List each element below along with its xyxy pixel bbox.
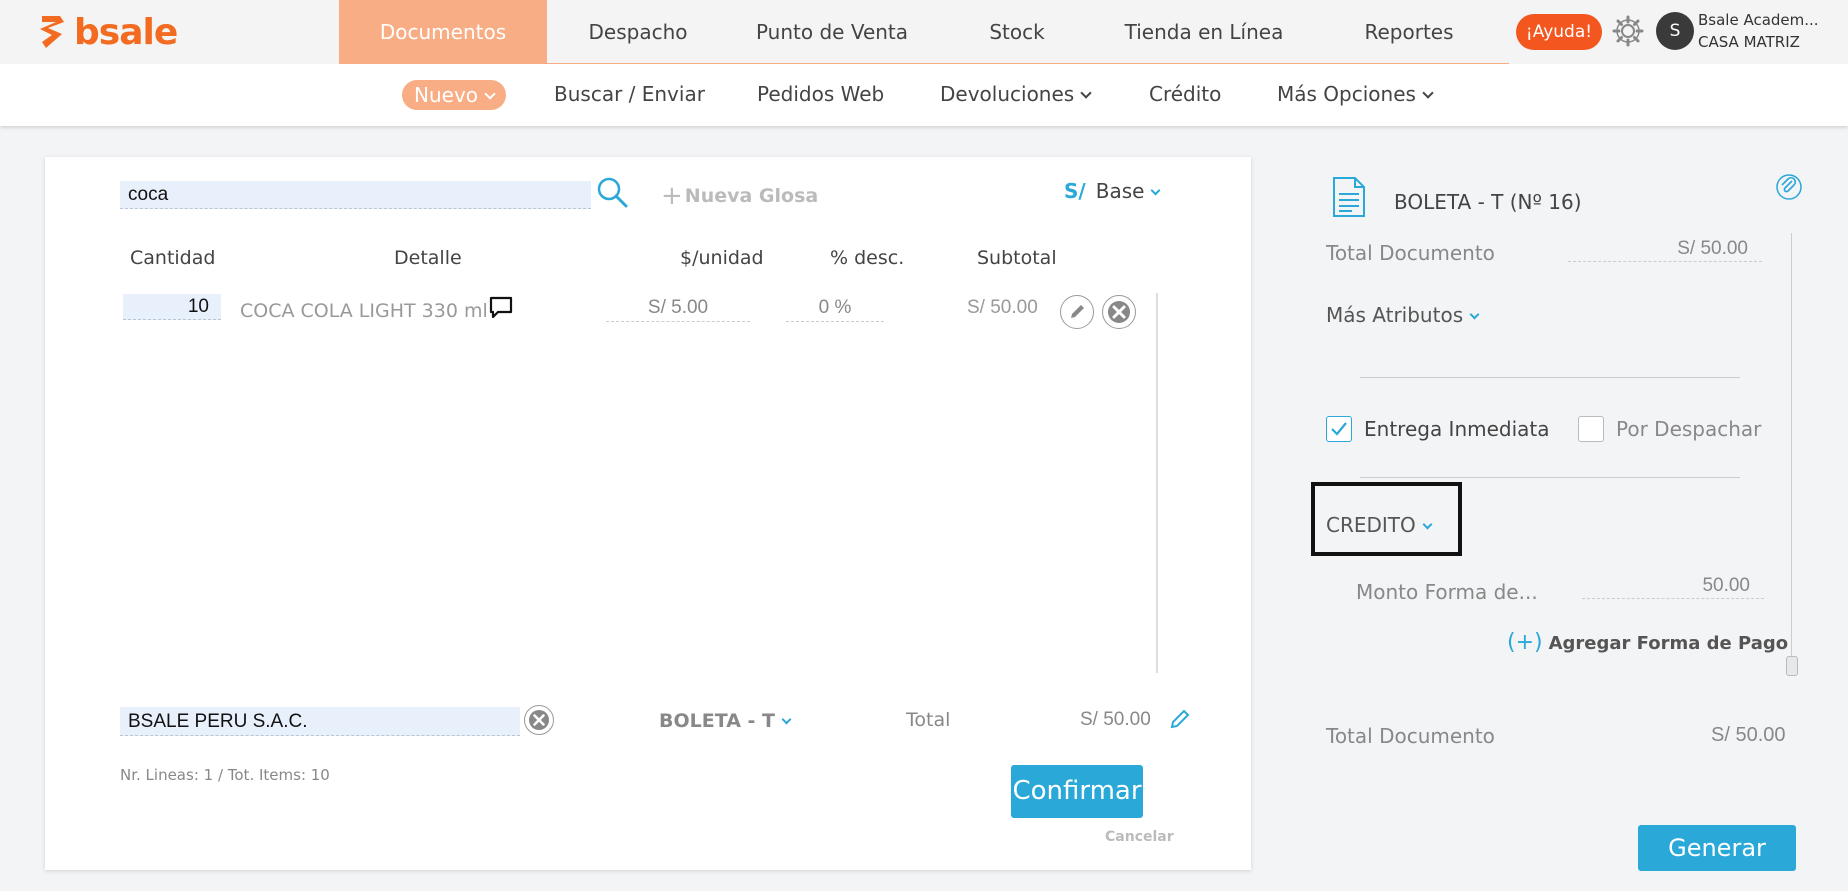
chevron-down-icon (1422, 87, 1434, 99)
more-attributes-dropdown[interactable]: Más Atributos (1326, 303, 1480, 327)
column-header-qty: Cantidad (130, 247, 216, 269)
add-payment-button[interactable]: (+) Agregar Forma de Pago (1507, 630, 1788, 655)
nav-stock[interactable]: Stock (935, 0, 1099, 64)
total-document-value: S/ 50.00 (1568, 236, 1762, 262)
total-document-label: Total Documento (1326, 241, 1495, 265)
chevron-down-icon (781, 714, 792, 725)
row-subtotal: S/ 50.00 (967, 297, 1038, 318)
nav-reportes[interactable]: Reportes (1309, 0, 1509, 64)
footer-total-label: Total Documento (1326, 724, 1495, 748)
footer-total-value: S/ 50.00 (1711, 724, 1786, 746)
nav-punto-de-venta[interactable]: Punto de Venta (729, 0, 935, 64)
separator (1360, 477, 1740, 478)
subnav-buscar-enviar[interactable]: Buscar / Enviar (554, 82, 705, 106)
document-type-label: BOLETA - T (659, 710, 775, 732)
clear-client-button[interactable] (524, 705, 554, 735)
subnav-pedidos-web[interactable]: Pedidos Web (757, 82, 884, 106)
total-label: Total (906, 709, 951, 731)
more-attributes-label: Más Atributos (1326, 303, 1464, 327)
delete-row-button[interactable] (1102, 295, 1136, 329)
subnav-devoluciones[interactable]: Devoluciones (940, 82, 1092, 106)
user-name[interactable]: Bsale Academ... (1698, 11, 1819, 29)
payment-amount-label: Monto Forma de... (1356, 580, 1538, 604)
client-input[interactable]: BSALE PERU S.A.C. (120, 707, 520, 736)
paperclip-icon[interactable] (1775, 173, 1803, 201)
separator (1360, 377, 1740, 378)
bsale-logo-icon (40, 16, 64, 48)
confirm-button[interactable]: Confirmar (1011, 765, 1143, 818)
document-type-selector[interactable]: BOLETA - T (659, 710, 792, 732)
document-title: BOLETA - T (Nº 16) (1394, 190, 1582, 214)
scrollbar-handle[interactable] (1786, 656, 1798, 676)
chevron-down-icon (1080, 87, 1092, 99)
close-icon (529, 710, 549, 730)
sub-nav: Nuevo Buscar / Enviar Pedidos Web Devolu… (0, 64, 1848, 126)
payment-amount-input[interactable]: 50.00 (1582, 573, 1764, 599)
chevron-down-icon (1469, 309, 1480, 320)
cancel-link[interactable]: Cancelar (1105, 829, 1174, 845)
product-search-input[interactable] (120, 181, 591, 209)
highlight-box (1311, 482, 1462, 556)
brand-name: bsale (74, 11, 178, 53)
edit-total-pencil-icon[interactable] (1168, 707, 1192, 731)
column-header-discount: % desc. (830, 247, 905, 269)
comment-icon[interactable] (488, 295, 514, 321)
immediate-delivery-checkbox[interactable] (1326, 416, 1352, 442)
scrollbar-track[interactable] (1791, 233, 1792, 663)
immediate-delivery-label: Entrega Inmediata (1364, 417, 1550, 441)
close-icon (1108, 301, 1130, 323)
nav-tienda-en-linea[interactable]: Tienda en Línea (1099, 0, 1309, 64)
subnav-nuevo-label: Nuevo (414, 83, 479, 107)
currency-symbol: S/ (1064, 179, 1086, 203)
main-nav: Documentos Despacho Punto de Venta Stock… (339, 0, 1509, 64)
chevron-down-icon (484, 88, 496, 100)
table-divider (1156, 293, 1158, 673)
column-header-subtotal: Subtotal (977, 247, 1057, 269)
to-dispatch-label: Por Despachar (1616, 417, 1762, 441)
subnav-credito[interactable]: Crédito (1149, 82, 1221, 106)
search-icon[interactable] (595, 175, 629, 209)
help-button[interactable]: ¡Ayuda! (1516, 14, 1602, 50)
lines-info: Nr. Lineas: 1 / Tot. Items: 10 (120, 766, 330, 784)
bsale-logo[interactable]: bsale (38, 10, 178, 54)
branch-name: CASA MATRIZ (1698, 33, 1800, 51)
nav-despacho[interactable]: Despacho (547, 0, 729, 64)
column-header-unit-price: $/unidad (680, 247, 764, 269)
column-header-detail: Detalle (394, 247, 462, 269)
document-editor: +Nueva Glosa S/Base Cantidad Detalle $/u… (45, 157, 1251, 870)
new-glosa-label: Nueva Glosa (684, 185, 819, 207)
price-list-label: Base (1095, 179, 1145, 203)
avatar[interactable]: S (1656, 12, 1694, 50)
unit-price-input[interactable]: S/ 5.00 (606, 294, 750, 322)
pencil-icon (1071, 305, 1084, 318)
subnav-mas-opciones-label: Más Opciones (1277, 82, 1416, 106)
price-list-selector[interactable]: S/Base (1064, 179, 1161, 203)
new-glosa-button[interactable]: + Nueva Glosa (661, 179, 819, 211)
generate-button[interactable]: Generar (1638, 825, 1796, 871)
nav-documentos[interactable]: Documentos (339, 0, 547, 64)
product-detail: COCA COLA LIGHT 330 ml (240, 300, 488, 322)
document-icon (1333, 177, 1365, 217)
plus-icon: + (661, 181, 683, 211)
check-icon (1331, 422, 1347, 436)
to-dispatch-checkbox[interactable] (1578, 416, 1604, 442)
top-bar: bsale Documentos Despacho Punto de Venta… (0, 0, 1848, 65)
discount-input[interactable]: 0 % (786, 294, 884, 322)
gear-icon[interactable] (1610, 13, 1646, 49)
quantity-input[interactable]: 10 (123, 294, 221, 320)
subnav-nuevo[interactable]: Nuevo (402, 80, 507, 110)
chevron-down-icon (1150, 185, 1161, 196)
edit-row-button[interactable] (1060, 295, 1094, 329)
total-value: S/ 50.00 (1080, 709, 1151, 730)
subnav-devoluciones-label: Devoluciones (940, 82, 1075, 106)
plus-icon: (+) (1507, 630, 1543, 655)
add-payment-label: Agregar Forma de Pago (1548, 633, 1789, 654)
subnav-mas-opciones[interactable]: Más Opciones (1277, 82, 1434, 106)
